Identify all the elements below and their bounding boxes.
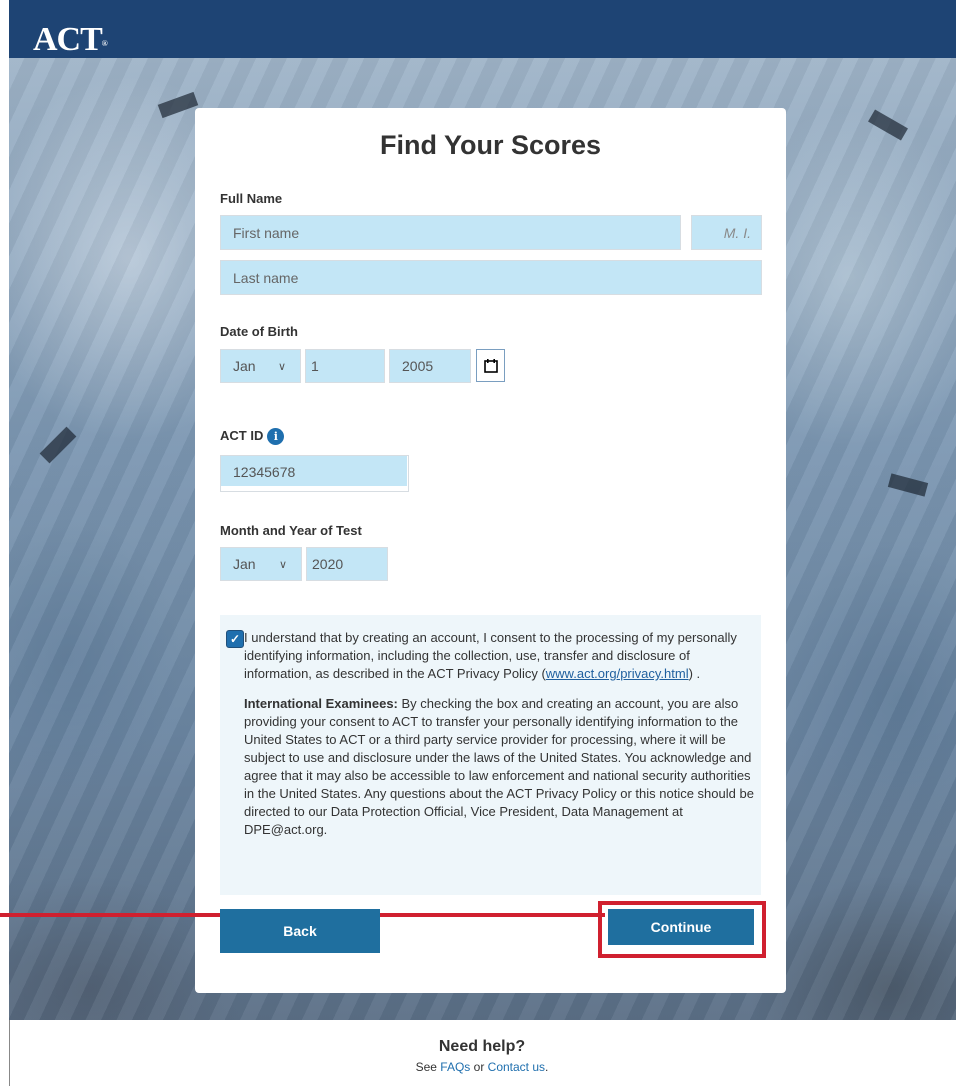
consent-text-after-link: ) . (688, 666, 701, 681)
international-heading: International Examinees: (244, 696, 398, 711)
international-paragraph: International Examinees: By checking the… (244, 695, 756, 839)
page-title: Find Your Scores (379, 130, 602, 160)
chevron-down-icon: ∨ (278, 558, 287, 571)
top-header: ACT® (9, 0, 956, 58)
act-logo[interactable]: ACT® (33, 20, 108, 60)
dob-month-select[interactable]: Jan ∨ (220, 349, 301, 383)
middle-initial-placeholder: M. I. (723, 224, 751, 241)
consent-checkbox[interactable]: ✓ (226, 630, 244, 648)
annotation-highlight-box (598, 901, 766, 958)
first-name-placeholder: First name (233, 224, 300, 241)
test-month-select[interactable]: Jan ∨ (220, 547, 302, 581)
end-text: . (545, 1060, 549, 1074)
graduation-cap-decoration (868, 109, 908, 141)
need-help-title: Need help? (438, 1038, 526, 1055)
dob-year-value: 2005 (402, 358, 434, 374)
registered-mark: ® (101, 39, 108, 48)
back-button[interactable]: Back (220, 909, 380, 953)
consent-panel: ✓ I understand that by creating an accou… (220, 615, 761, 895)
privacy-policy-link[interactable]: www.act.org/privacy.html (546, 666, 689, 681)
dob-month-value: Jan (233, 358, 256, 374)
act-id-input[interactable]: 12345678 (220, 455, 409, 492)
first-name-input[interactable]: First name (220, 215, 681, 250)
consent-paragraph: I understand that by creating an account… (244, 629, 756, 683)
test-year-input[interactable]: 2020 (306, 547, 388, 581)
act-id-value: 12345678 (233, 463, 296, 480)
last-name-input[interactable]: Last name (220, 260, 762, 295)
middle-initial-input[interactable]: M. I. (691, 215, 762, 250)
graduation-cap-decoration (887, 473, 929, 497)
faqs-link[interactable]: FAQs (440, 1060, 470, 1074)
dob-day-input[interactable]: 1 (305, 349, 385, 383)
test-month-value: Jan (233, 556, 256, 572)
act-id-label-text: ACT ID (220, 428, 264, 443)
help-links: See FAQs or Contact us. (0, 1060, 964, 1074)
graduation-cap-decoration (157, 91, 199, 119)
logo-text: ACT (33, 21, 103, 58)
test-date-label: Month and Year of Test (220, 523, 362, 538)
calendar-button[interactable] (476, 349, 505, 382)
dob-day-value: 1 (311, 358, 319, 374)
test-year-value: 2020 (312, 556, 344, 572)
calendar-icon (483, 358, 498, 373)
or-text: or (470, 1060, 488, 1074)
chevron-down-icon: ∨ (277, 360, 286, 373)
last-name-placeholder: Last name (233, 269, 299, 286)
full-name-label: Full Name (220, 191, 283, 206)
dob-year-input[interactable]: 2005 (389, 349, 471, 383)
see-text: See (415, 1060, 441, 1074)
act-id-label: ACT ID i (220, 428, 285, 446)
info-icon[interactable]: i (267, 428, 285, 446)
international-text: By checking the box and creating an acco… (244, 696, 754, 837)
graduation-cap-decoration (39, 426, 77, 464)
consent-text: I understand that by creating an account… (244, 629, 756, 839)
contact-us-link[interactable]: Contact us (488, 1060, 545, 1074)
date-of-birth-label: Date of Birth (220, 324, 298, 339)
